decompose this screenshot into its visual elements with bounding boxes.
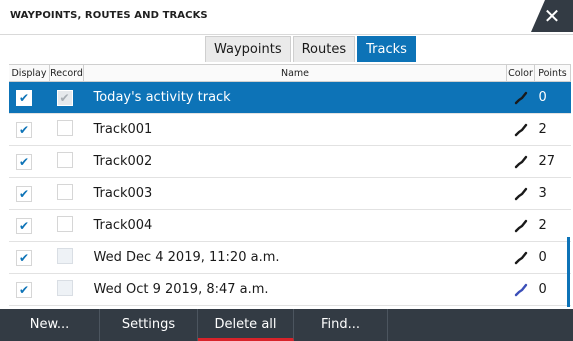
title-bar: WAYPOINTS, ROUTES AND TRACKS ✕ <box>0 0 573 35</box>
table-row[interactable]: ✔ Wed Oct 9 2019, 8:47 a.m. 0 <box>9 273 571 306</box>
display-checkbox[interactable]: ✔ <box>16 89 32 106</box>
points-value: 27 <box>538 154 556 169</box>
check-icon: ✔ <box>59 90 70 105</box>
points-value: 2 <box>538 122 547 137</box>
bottom-toolbar: New... Settings Delete all Find... <box>0 309 573 341</box>
record-cell: ✔ <box>49 81 84 114</box>
points-cell: 2 <box>534 209 571 242</box>
display-checkbox[interactable]: ✔ <box>16 217 32 234</box>
points-value: 0 <box>538 250 547 265</box>
display-cell: ✔ <box>9 113 50 146</box>
color-cell[interactable] <box>506 113 535 146</box>
record-cell <box>49 145 84 178</box>
check-icon: ✔ <box>18 250 30 265</box>
color-cell[interactable] <box>506 177 535 210</box>
record-checkbox[interactable]: ✔ <box>56 89 73 106</box>
display-checkbox[interactable]: ✔ <box>16 281 32 298</box>
check-icon: ✔ <box>18 90 30 105</box>
new-button[interactable]: New... <box>0 309 100 341</box>
close-icon: ✕ <box>543 4 561 28</box>
find-button[interactable]: Find... <box>294 309 388 341</box>
record-cell <box>49 113 84 146</box>
track-color-icon <box>514 219 527 232</box>
header-color[interactable]: Color <box>506 65 535 82</box>
record-checkbox[interactable] <box>56 279 73 296</box>
tracks-table: Display Record Name Color Points ✔ ✔ Today… <box>9 64 571 310</box>
track-color-icon <box>514 283 527 296</box>
track-color-icon <box>514 187 527 200</box>
color-cell[interactable] <box>506 241 535 274</box>
record-cell <box>49 273 84 306</box>
close-button[interactable]: ✕ <box>531 0 573 32</box>
track-name: Track003 <box>83 177 507 210</box>
header-display[interactable]: Display <box>9 65 50 82</box>
table-row[interactable]: ✔ ✔ Today's activity track 0 <box>9 81 571 114</box>
check-icon: ✔ <box>18 186 30 201</box>
display-checkbox[interactable]: ✔ <box>16 249 32 266</box>
check-icon: ✔ <box>18 154 30 169</box>
points-value: 2 <box>538 218 547 233</box>
settings-button[interactable]: Settings <box>100 309 198 341</box>
delete-all-button[interactable]: Delete all <box>198 309 294 341</box>
track-name: Wed Dec 4 2019, 11:20 a.m. <box>83 241 507 274</box>
check-icon: ✔ <box>18 122 30 137</box>
record-checkbox[interactable] <box>56 247 73 264</box>
points-value: 0 <box>538 90 547 105</box>
display-checkbox[interactable]: ✔ <box>16 185 32 202</box>
points-cell: 0 <box>534 241 571 274</box>
track-name: Track001 <box>83 113 507 146</box>
points-value: 0 <box>538 282 547 297</box>
points-cell: 27 <box>534 145 571 178</box>
points-cell: 0 <box>534 81 571 114</box>
record-checkbox[interactable] <box>56 151 73 168</box>
display-cell: ✔ <box>9 81 50 114</box>
color-cell[interactable] <box>506 209 535 242</box>
table-row[interactable]: ✔ Track003 3 <box>9 177 571 210</box>
track-name: Wed Oct 9 2019, 8:47 a.m. <box>83 273 507 306</box>
color-cell[interactable] <box>506 81 535 114</box>
record-cell <box>49 241 84 274</box>
track-color-icon <box>514 123 527 136</box>
display-cell: ✔ <box>9 145 50 178</box>
record-checkbox[interactable] <box>56 183 73 200</box>
scrollbar[interactable] <box>567 237 570 307</box>
color-cell[interactable] <box>506 145 535 178</box>
table-header: Display Record Name Color Points <box>9 65 571 82</box>
record-cell <box>49 209 84 242</box>
tab-routes[interactable]: Routes <box>292 36 356 62</box>
header-record[interactable]: Record <box>49 65 84 82</box>
check-icon: ✔ <box>18 218 30 233</box>
points-cell: 2 <box>534 113 571 146</box>
table-row[interactable]: ✔ Wed Dec 4 2019, 11:20 a.m. 0 <box>9 241 571 274</box>
check-icon: ✔ <box>18 282 30 297</box>
points-cell: 3 <box>534 177 571 210</box>
table-row[interactable]: ✔ Track004 2 <box>9 209 571 242</box>
header-name[interactable]: Name <box>83 65 507 82</box>
table-row[interactable]: ✔ Track001 2 <box>9 113 571 146</box>
points-value: 3 <box>538 186 547 201</box>
track-color-icon <box>514 251 527 264</box>
table-row[interactable]: ✔ Track002 27 <box>9 145 571 178</box>
display-cell: ✔ <box>9 209 50 242</box>
tab-waypoints[interactable]: Waypoints <box>205 36 291 62</box>
points-cell: 0 <box>534 273 571 306</box>
tab-bar: Waypoints Routes Tracks <box>205 36 418 62</box>
record-checkbox[interactable] <box>56 119 73 136</box>
header-points[interactable]: Points <box>534 65 571 82</box>
display-checkbox[interactable]: ✔ <box>16 153 32 170</box>
track-color-icon <box>514 91 527 104</box>
record-cell <box>49 177 84 210</box>
track-name: Track004 <box>83 209 507 242</box>
tab-tracks[interactable]: Tracks <box>357 36 416 62</box>
display-cell: ✔ <box>9 273 50 306</box>
track-name: Today's activity track <box>83 81 507 114</box>
track-color-icon <box>514 155 527 168</box>
display-checkbox[interactable]: ✔ <box>16 121 32 138</box>
display-cell: ✔ <box>9 241 50 274</box>
color-cell[interactable] <box>506 273 535 306</box>
track-name: Track002 <box>83 145 507 178</box>
record-checkbox[interactable] <box>56 215 73 232</box>
display-cell: ✔ <box>9 177 50 210</box>
window-title: WAYPOINTS, ROUTES AND TRACKS <box>10 10 208 21</box>
